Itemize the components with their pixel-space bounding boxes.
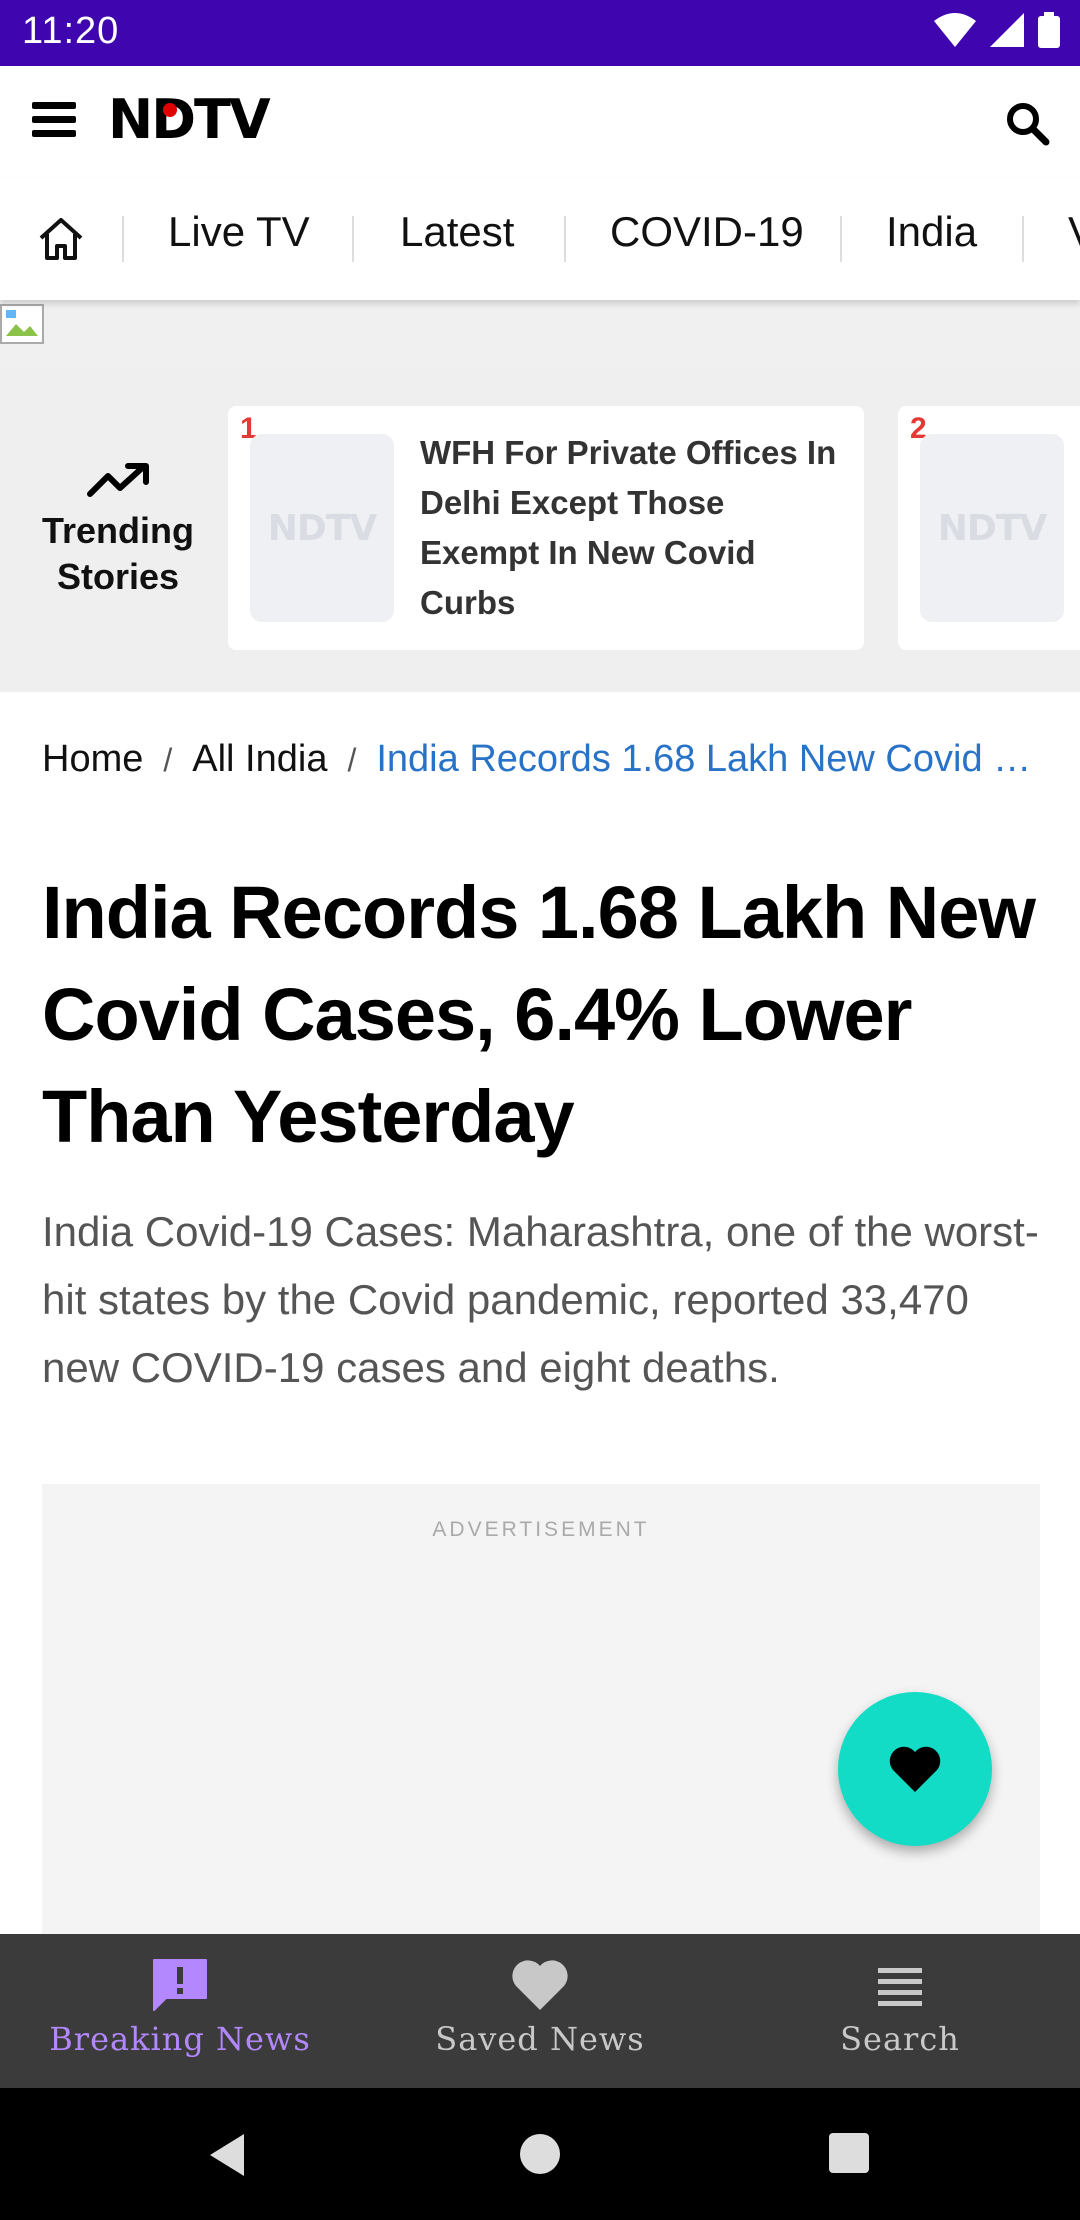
signal-icon — [990, 13, 1024, 47]
trending-label: Trending Stories — [20, 460, 216, 600]
save-favorite-button[interactable] — [838, 1692, 992, 1846]
nav-label: Saved News — [435, 2020, 645, 2058]
tab-latest[interactable]: Latest — [400, 208, 514, 256]
nav-label: Search — [840, 2020, 960, 2058]
heart-icon — [512, 1960, 568, 2010]
status-time: 11:20 — [22, 10, 120, 52]
article-headline: India Records 1.68 Lakh New Covid Cases,… — [42, 871, 1036, 1158]
battery-icon — [1038, 12, 1060, 48]
tab-india[interactable]: India — [886, 208, 977, 256]
article-summary: India Covid-19 Cases: Maharashtra, one o… — [42, 1208, 1039, 1391]
tab-live-tv[interactable]: Live TV — [168, 208, 310, 256]
nav-divider — [1022, 216, 1024, 262]
nav-search[interactable]: Search — [720, 1956, 1080, 2058]
trending-card[interactable]: 2 NDTV — [898, 406, 1080, 650]
nav-label: Breaking News — [49, 2020, 311, 2058]
svg-text:NDTV: NDTV — [108, 90, 271, 148]
trending-title: Trending Stories — [42, 510, 194, 597]
nav-divider — [122, 216, 124, 262]
trending-card[interactable]: 1 NDTV WFH For Private Offices In Delhi … — [228, 406, 864, 650]
wifi-icon — [934, 13, 976, 47]
breadcrumb-home[interactable]: Home — [42, 738, 143, 780]
trending-up-icon — [87, 463, 149, 497]
breadcrumb-separator: / — [163, 742, 173, 778]
nav-divider — [564, 216, 566, 262]
tab-partial[interactable]: V — [1068, 208, 1080, 256]
advertisement-label: ADVERTISEMENT — [432, 1518, 650, 1541]
trending-stories: Trending Stories 1 NDTV WFH For Private … — [0, 368, 1080, 692]
trending-thumbnail: NDTV — [920, 434, 1064, 622]
nav-divider — [352, 216, 354, 262]
list-icon — [878, 1968, 922, 2006]
thumbnail-logo: NDTV — [937, 507, 1047, 549]
back-icon[interactable] — [206, 2132, 248, 2178]
category-nav: Live TV Latest COVID-19 India V — [0, 178, 1080, 300]
breadcrumb: Home / All India / India Records 1.68 Lakh N… — [42, 738, 1042, 781]
trending-headline: WFH For Private Offices In Delhi Except … — [420, 434, 837, 621]
tab-covid-19[interactable]: COVID-19 — [610, 208, 804, 256]
nav-divider — [840, 216, 842, 262]
bottom-navigation: Breaking News Saved News Search — [0, 1934, 1080, 2088]
status-bar: 11:20 — [0, 0, 1080, 66]
breadcrumb-all-india[interactable]: All India — [192, 738, 327, 780]
ndtv-logo[interactable]: NDTV — [108, 90, 348, 148]
nav-breaking-news[interactable]: Breaking News — [0, 1956, 360, 2058]
recents-icon[interactable] — [828, 2132, 870, 2174]
thumbnail-logo: NDTV — [267, 507, 377, 549]
heart-icon — [889, 1746, 941, 1792]
status-icons — [934, 12, 1060, 48]
breadcrumb-current: India Records 1.68 Lakh New Covid … — [376, 738, 1032, 780]
banner-image-area — [0, 300, 1080, 368]
home-icon[interactable] — [36, 214, 86, 264]
alert-message-icon — [153, 1959, 207, 2011]
breadcrumb-separator: / — [347, 742, 357, 778]
broken-image-icon — [0, 304, 44, 344]
nav-saved-news[interactable]: Saved News — [360, 1956, 720, 2058]
trending-thumbnail: NDTV — [250, 434, 394, 622]
system-navigation-bar — [0, 2088, 1080, 2220]
home-circle-icon[interactable] — [518, 2132, 562, 2176]
app-header: NDTV — [0, 66, 1080, 178]
hamburger-menu-icon[interactable] — [32, 102, 76, 142]
search-icon[interactable] — [1004, 100, 1050, 146]
